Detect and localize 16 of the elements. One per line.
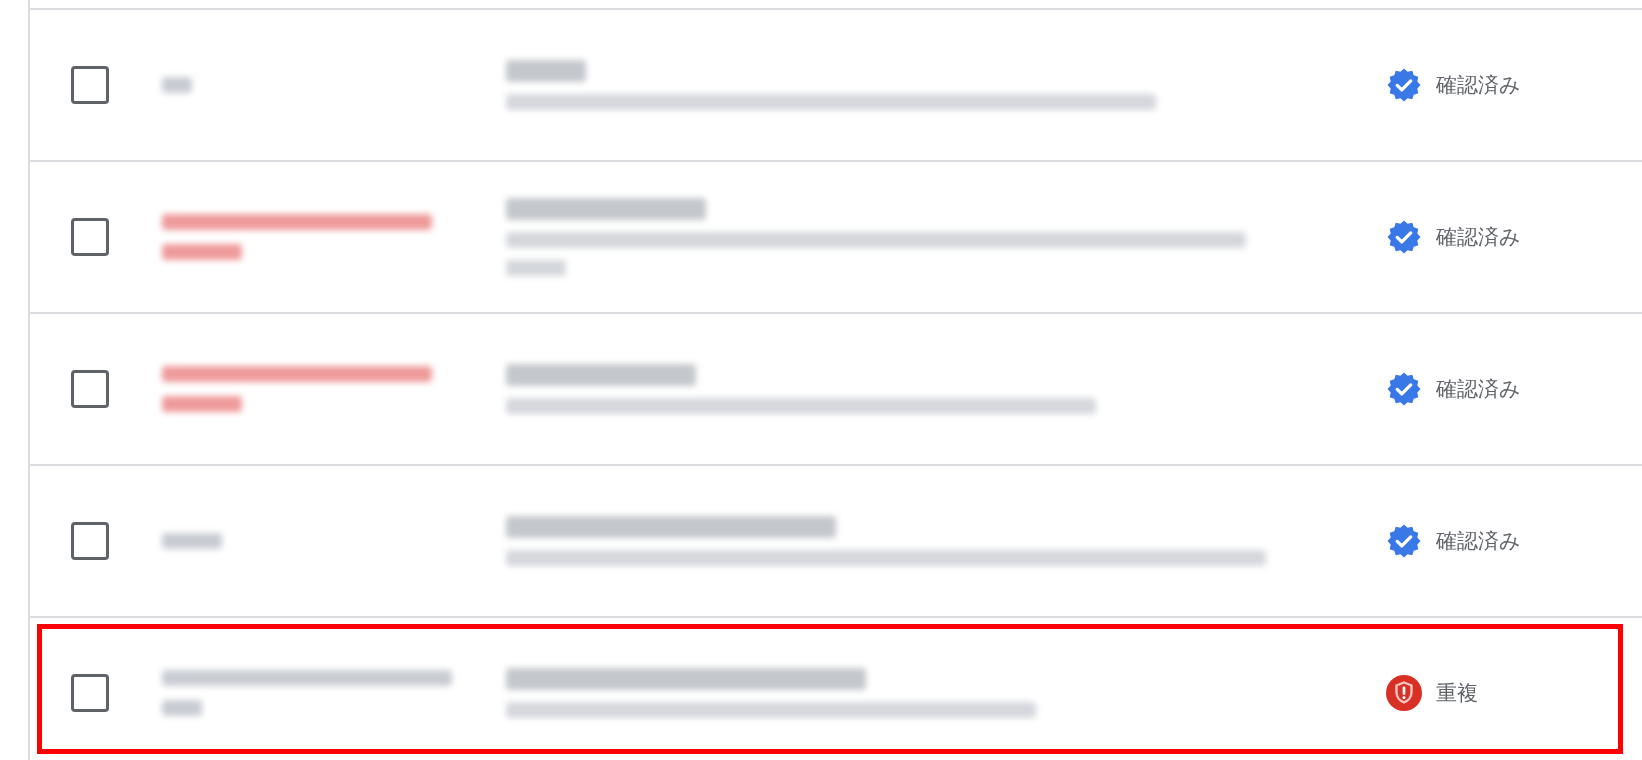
verified-badge-icon (1386, 371, 1422, 407)
status-label: 確認済み (1436, 224, 1521, 251)
verified-badge-icon (1386, 523, 1422, 559)
checkbox[interactable] (71, 218, 109, 256)
status-label: 重複 (1436, 680, 1478, 707)
blurred-text (506, 260, 566, 276)
checkbox[interactable] (71, 370, 109, 408)
status-label: 確認済み (1436, 528, 1521, 555)
verified-badge-icon (1386, 67, 1422, 103)
checkbox[interactable] (71, 522, 109, 560)
verified-badge-icon (1386, 219, 1422, 255)
status-label: 確認済み (1436, 72, 1521, 99)
checkbox[interactable] (71, 66, 109, 104)
status-label: 確認済み (1436, 376, 1521, 403)
checkbox[interactable] (71, 674, 109, 712)
shield-alert-icon (1386, 675, 1422, 711)
